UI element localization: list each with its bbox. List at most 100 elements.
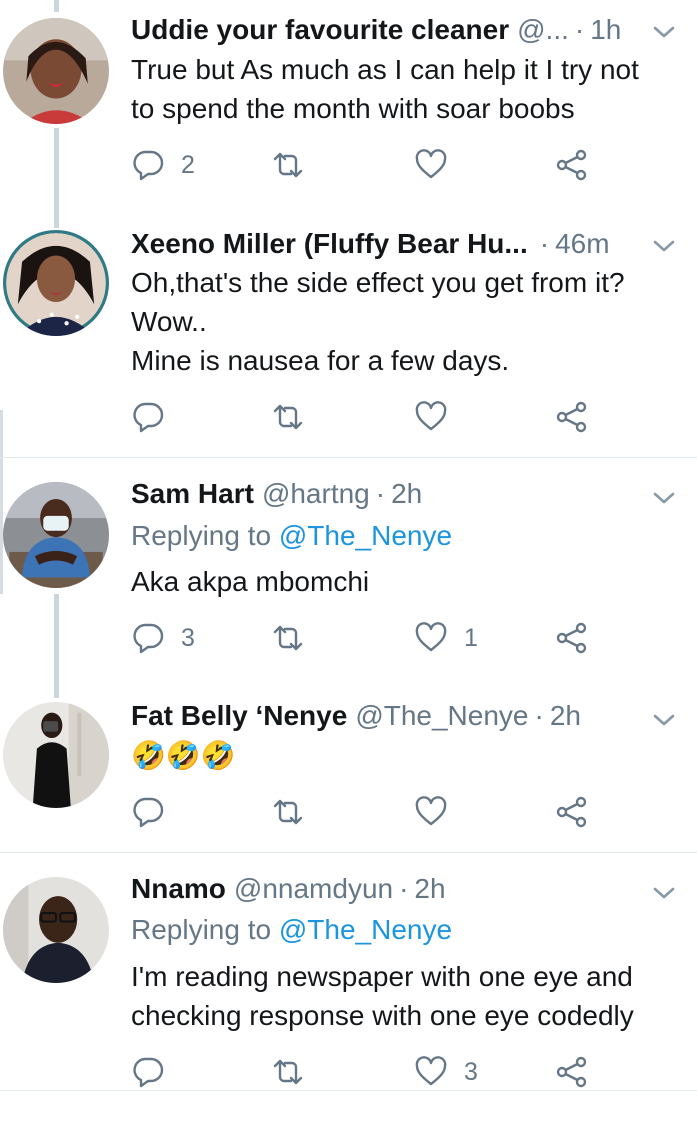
tweet[interactable]: Sam Hart @hartng · 2h Replying to @The_N… [0,458,697,680]
timestamp[interactable]: 1h [590,14,621,46]
like-button[interactable] [414,397,464,437]
reply-button[interactable] [131,397,181,437]
replying-label: Replying to [131,914,272,945]
like-button[interactable]: 1 [414,618,478,658]
tweet-divider [0,1090,697,1091]
separator-dot: · [375,478,386,509]
chevron-down-icon[interactable] [651,236,677,256]
like-count: 3 [464,1057,478,1086]
tweet-text: 🤣🤣🤣 [131,736,677,775]
tweet-header: Uddie your favourite cleaner @... · 1h [131,12,687,48]
avatar[interactable] [3,482,109,588]
share-button[interactable] [555,618,589,658]
reply-icon [133,150,164,181]
tweet-text-line: checking response with one eye codedly [131,1000,634,1031]
tweet[interactable]: Xeeno Miller (Fluffy Bear Hu... · 46m Oh… [0,210,697,458]
reply-icon [133,623,164,654]
tweet-text: Oh,that's the side effect you get from i… [131,263,677,380]
separator-dot: · [539,228,550,259]
timestamp[interactable]: 2h [550,700,581,732]
user-handle[interactable]: @... [517,14,569,46]
heart-icon [415,796,447,826]
reply-button[interactable]: 2 [131,145,195,185]
retweet-button[interactable] [271,618,321,658]
avatar[interactable] [3,18,109,124]
tweet-text-line: Wow.. [131,306,207,337]
share-button[interactable] [555,397,589,437]
replying-label: Replying to [131,520,272,551]
reply-button[interactable] [131,792,181,832]
share-button[interactable] [555,1052,589,1092]
tweet-text-line: Mine is nausea for a few days. [131,345,510,376]
tweet-text: I'm reading newspaper with one eye and c… [131,957,677,1035]
retweet-button[interactable] [271,792,321,832]
timestamp[interactable]: 2h [414,873,445,905]
tweet-emoji: 🤣🤣🤣 [131,739,236,772]
tweet-text-line: Aka akpa mbomchi [131,566,370,597]
tweet[interactable]: Nnamo @nnamdyun · 2h Replying to @The_Ne… [0,853,697,1091]
display-name[interactable]: Uddie your favourite cleaner [131,14,509,46]
like-count: 1 [464,623,478,652]
chevron-down-icon[interactable] [651,883,677,903]
reply-count: 2 [181,150,195,179]
mention-link[interactable]: @The_Nenye [279,914,452,945]
tweet[interactable]: Uddie your favourite cleaner @... · 1h T… [0,0,697,210]
retweet-button[interactable] [271,1052,321,1092]
tweet-text-line: to spend the month with soar boobs [131,93,575,124]
chevron-down-icon[interactable] [651,488,677,508]
avatar[interactable] [3,230,109,336]
tweet-text: Aka akpa mbomchi [131,562,677,601]
user-handle[interactable]: @The_Nenye [355,700,528,732]
share-icon [556,622,587,654]
tweet-actions: 3 1 [131,618,611,658]
reply-icon [133,402,164,433]
mention-link[interactable]: @The_Nenye [279,520,452,551]
like-button[interactable] [414,792,464,832]
display-name[interactable]: Xeeno Miller (Fluffy Bear Hu... [131,228,528,260]
avatar[interactable] [3,702,109,808]
user-handle[interactable]: @nnamdyun [234,873,393,905]
tweet[interactable]: Fat Belly ‘Nenye @The_Nenye · 2h 🤣🤣🤣 [0,680,697,852]
timestamp[interactable]: 46m [555,228,609,260]
tweet-header: Fat Belly ‘Nenye @The_Nenye · 2h [131,698,687,734]
share-icon [556,1056,587,1088]
retweet-icon [273,1059,303,1085]
timestamp[interactable]: 2h [391,478,422,510]
avatar[interactable] [3,877,109,983]
retweet-icon [273,404,303,430]
user-handle[interactable]: @hartng [262,478,370,510]
share-button[interactable] [555,145,589,185]
display-name[interactable]: Sam Hart [131,478,254,510]
share-button[interactable] [555,792,589,832]
chevron-down-icon[interactable] [651,22,677,42]
share-icon [556,149,587,181]
separator-dot: · [574,14,585,45]
display-name[interactable]: Fat Belly ‘Nenye [131,700,347,732]
reply-icon [133,797,164,828]
heart-icon [415,1056,447,1086]
tweet-actions [131,397,611,437]
tweet-header: Sam Hart @hartng · 2h [131,476,687,512]
reply-icon [133,1057,164,1088]
tweet-text: True but As much as I can help it I try … [131,50,677,128]
tweet-header: Xeeno Miller (Fluffy Bear Hu... · 46m [131,226,687,262]
reply-button[interactable]: 3 [131,618,195,658]
tweet-actions: 2 [131,145,611,185]
replying-to: Replying to @The_Nenye [131,520,452,552]
separator-dot: · [399,873,409,904]
heart-icon [415,149,447,179]
separator-dot: · [534,700,544,731]
tweet-actions [131,792,611,832]
retweet-button[interactable] [271,145,321,185]
reply-button[interactable] [131,1052,181,1092]
chevron-down-icon[interactable] [651,710,677,730]
like-button[interactable]: 3 [414,1052,478,1092]
heart-icon [415,622,447,652]
heart-icon [415,401,447,431]
replying-to: Replying to @The_Nenye [131,914,452,946]
tweet-text-line: True but As much as I can help it I try … [131,54,639,85]
retweet-button[interactable] [271,397,321,437]
like-button[interactable] [414,145,464,185]
display-name[interactable]: Nnamo [131,873,226,905]
tweet-text-line: Oh,that's the side effect you get from i… [131,267,625,298]
